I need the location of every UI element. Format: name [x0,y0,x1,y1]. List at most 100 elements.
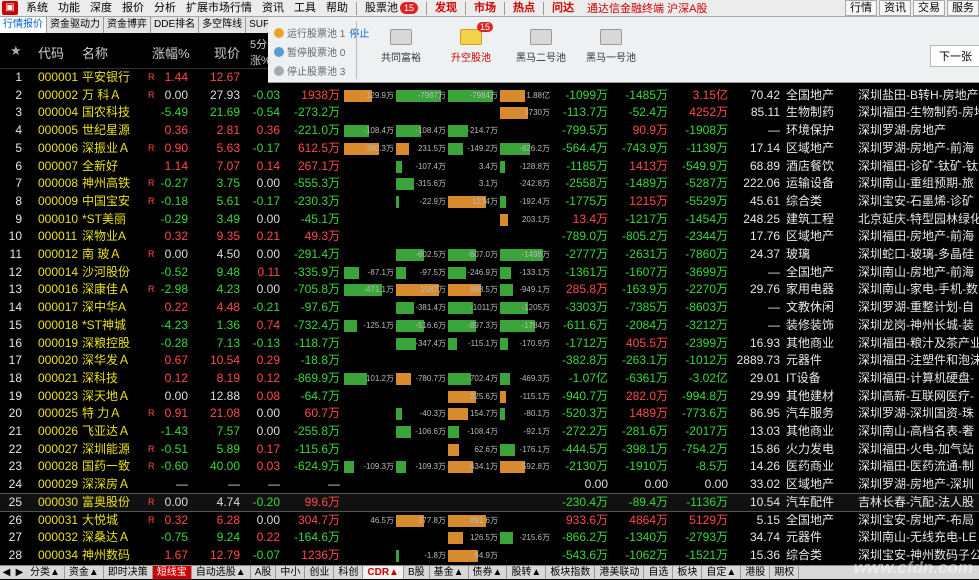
stock-code[interactable]: 000014 [38,264,80,282]
stock-name[interactable]: 国药一致 [82,458,146,476]
stock-code[interactable]: 000011 [38,228,80,246]
table-row[interactable]: 18000021深科技0.128.190.12-869.9万101.2万-780… [0,370,979,388]
stock-code[interactable]: 000021 [38,370,80,388]
market-tab[interactable]: 创业 [305,566,334,579]
app-logo-icon[interactable]: ▣ [2,1,18,15]
prev-tab-icon[interactable]: ◀ [3,566,11,579]
view-tab[interactable]: 资金博弈 [104,17,151,33]
col-5min[interactable]: 5分 [250,36,267,52]
stock-name[interactable]: 深华发Ａ [82,352,146,370]
market-tab[interactable]: 港美联动 [595,566,644,579]
market-tab[interactable]: A股 [251,566,277,579]
stock-name[interactable]: 神州高铁 [82,175,146,193]
menu-market[interactable]: 市场 [469,0,501,17]
menu-item[interactable]: 深度 [85,0,117,17]
table-row[interactable]: 27000032深桑达Ａ-0.759.240.22-164.6万126.5万-2… [0,529,979,547]
stock-name[interactable]: 国农科技 [82,104,146,122]
pool-folder[interactable]: 共同富裕 [366,29,436,64]
stock-name[interactable]: 深科技 [82,370,146,388]
stock-name[interactable]: 大悦城 [82,512,146,530]
market-tab[interactable]: 股转▲ [507,566,546,579]
pool-folder[interactable]: 升空股池15 [436,29,506,64]
stock-code[interactable]: 000020 [38,352,80,370]
col-code[interactable]: 代码 [38,43,64,62]
stock-name[interactable]: 中国宝安 [82,193,146,211]
menu-item[interactable]: 报价 [117,0,149,17]
menu-item[interactable]: 功能 [53,0,85,17]
stock-name[interactable]: 深中华A [82,299,146,317]
menu-hotspot[interactable]: 热点 [508,0,540,17]
stock-code[interactable]: 000027 [38,441,80,459]
market-tab[interactable]: 自动选股▲ [192,566,251,579]
market-tab[interactable]: 基金▲ [430,566,469,579]
stock-name[interactable]: 深圳能源 [82,441,146,459]
stock-name[interactable]: 平安银行 [82,69,146,87]
market-tab[interactable]: 港股 [741,566,770,579]
stock-code[interactable]: 000004 [38,104,80,122]
stock-name[interactable]: 深物业A [82,228,146,246]
menu-wenda[interactable]: 问达 [547,0,579,17]
table-row[interactable]: 19000023深天地Ａ0.0012.880.08-64.7万225.6万-11… [0,388,979,406]
stock-code[interactable]: 000019 [38,335,80,353]
table-row[interactable]: 11000012南 玻ＡR0.004.500.00-291.4万-602.5万-… [0,246,979,264]
table-row[interactable]: 17000020深华发Ａ0.6710.540.29-18.8万-382.8万-2… [0,352,979,370]
market-tab[interactable]: B股 [404,566,430,579]
menu-item[interactable]: 帮助 [321,0,353,17]
stock-code[interactable]: 000009 [38,193,80,211]
pause-pool-control[interactable]: 暂停股票池 0 [274,44,345,59]
market-tab[interactable]: 期权 [770,566,799,579]
menu-right-button[interactable]: 行情 [845,0,877,16]
menu-item[interactable]: 分析 [149,0,181,17]
stock-code[interactable]: 000018 [38,317,80,335]
table-row[interactable]: 5000006深振业ＡR0.905.63-0.17612.5万395.3万231… [0,140,979,158]
stock-code[interactable]: 000001 [38,69,80,87]
menu-discover[interactable]: 发现 [430,0,462,17]
menu-item[interactable]: 扩展市场行情 [181,0,257,17]
stock-name[interactable]: 万 科Ａ [82,87,146,105]
stock-name[interactable]: 特 力Ａ [82,405,146,423]
col-price[interactable]: 现价 [214,43,240,62]
table-row[interactable]: 6000007全新好1.147.070.14267.1万-107.4万3.4万-… [0,158,979,176]
col-5min-pct[interactable]: 涨% [250,52,271,68]
market-tab[interactable]: 科创 [334,566,363,579]
stock-code[interactable]: 000016 [38,281,80,299]
market-tab[interactable]: 中小 [276,566,305,579]
next-page-button[interactable]: 下一张 [930,45,979,67]
stock-code[interactable]: 000032 [38,529,80,547]
table-row[interactable]: 3000004国农科技-5.4921.69-0.54-273.2万3730万-1… [0,104,979,122]
next-tab-icon[interactable]: ▶ [16,566,24,579]
stock-code[interactable]: 000030 [38,494,80,512]
col-change-pct[interactable]: 涨幅% [152,43,190,62]
pool-folder[interactable]: 黑马一号池 [576,29,646,64]
table-row[interactable]: 25000030富奥股份R0.004.74-0.2099.6万-230.4万-8… [0,494,979,512]
stock-name[interactable]: 富奥股份 [82,494,146,512]
table-row[interactable]: 26000031大悦城R0.326.280.00304.7万46.5万377.8… [0,512,979,530]
stock-name[interactable]: *ST美丽 [82,211,146,229]
stock-code[interactable]: 000017 [38,299,80,317]
stock-code[interactable]: 000006 [38,140,80,158]
stock-code[interactable]: 000002 [38,87,80,105]
market-tab[interactable]: 自定▲ [702,566,741,579]
menu-right-button[interactable]: 服务 [947,0,979,16]
market-tab[interactable]: 自选 [644,566,673,579]
view-tab[interactable]: 多空阵线 [199,17,246,33]
stock-code[interactable]: 000028 [38,458,80,476]
stock-code[interactable]: 000012 [38,246,80,264]
market-tab[interactable]: 短线宝 [153,566,192,579]
stock-code[interactable]: 000025 [38,405,80,423]
stock-name[interactable]: 深振业Ａ [82,140,146,158]
stock-code[interactable]: 000008 [38,175,80,193]
view-tab[interactable]: DDE排名 [151,17,199,33]
stock-code[interactable]: 000026 [38,423,80,441]
table-row[interactable]: 9000010*ST美丽-0.293.490.00-45.1万203.1万13.… [0,211,979,229]
stock-name[interactable]: 飞亚达Ａ [82,423,146,441]
stock-name[interactable]: 神州数码 [82,547,146,565]
market-tab[interactable]: 即时决策 [104,566,153,579]
table-row[interactable]: 1000001平安银行R1.4412.67 [0,69,979,87]
menu-stock-pool[interactable]: 股票池15 [360,0,423,17]
table-row[interactable]: 7000008神州高铁R-0.273.750.00-555.3万-315.6万3… [0,175,979,193]
table-row[interactable]: 16000019深粮控股-0.287.13-0.13-118.7万-347.4万… [0,335,979,353]
pool-folder[interactable]: 黑马二号池 [506,29,576,64]
table-row[interactable]: 10000011深物业A0.329.350.2149.3万-789.0万-805… [0,228,979,246]
market-tab[interactable]: 资金▲ [65,566,104,579]
